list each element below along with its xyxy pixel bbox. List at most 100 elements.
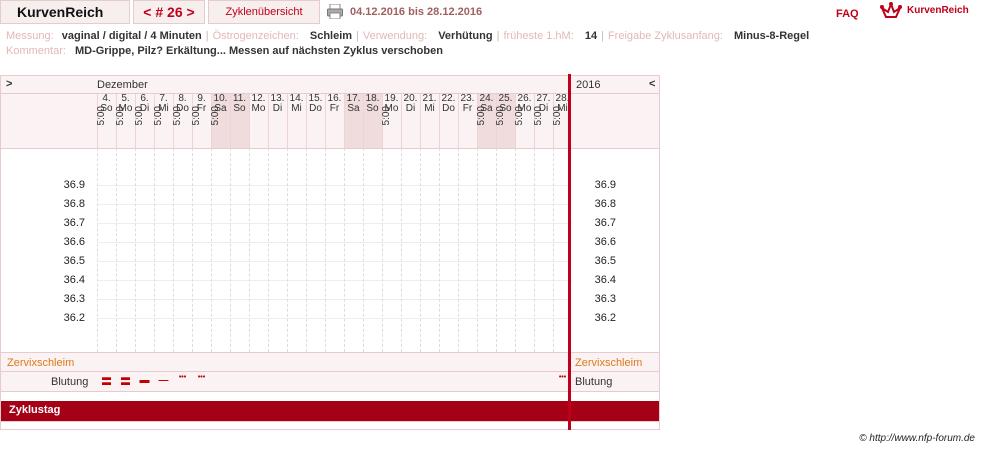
grid-hline	[1, 352, 659, 353]
day-column[interactable]: 25. So 5:00	[495, 94, 515, 148]
day-weekday: Mo	[251, 103, 266, 114]
day-column[interactable]: 17. Sa	[344, 94, 363, 148]
day-column[interactable]: 21. Mi	[420, 94, 439, 148]
grid-hline	[1, 371, 659, 372]
zervix-label-right: Zervixschleim	[575, 357, 643, 369]
temp-label-right: 36.9	[594, 179, 616, 191]
logo: KurvenReich	[879, 1, 980, 23]
temp-label-right: 36.4	[594, 274, 616, 286]
day-time: 5:00	[381, 106, 392, 126]
blutung-label-left: Blutung	[51, 376, 89, 388]
grid-vline	[192, 148, 193, 352]
day-time: 5:00	[153, 106, 164, 126]
temp-gridline	[97, 299, 572, 300]
grid-vline	[306, 148, 307, 352]
zervix-label-left: Zervixschleim	[7, 357, 75, 369]
date-range: 04.12.2016 bis 28.12.2016	[350, 6, 483, 18]
day-weekday: Di	[405, 103, 416, 114]
day-column[interactable]: 20. Di	[401, 94, 420, 148]
obs-band	[1, 352, 659, 392]
temp-label-left: 36.3	[63, 293, 85, 305]
copyright: © http://www.nfp-forum.de	[859, 433, 975, 444]
day-time: 5:00	[476, 106, 487, 126]
temp-label-right: 36.7	[594, 217, 616, 229]
day-time: 5:00	[172, 106, 183, 126]
zyklustag-bar: Zyklustag	[1, 401, 659, 421]
day-column[interactable]: 27. Di 5:00	[533, 94, 553, 148]
temp-label-left: 36.6	[63, 236, 85, 248]
bleeding-mark-spotting: •••	[197, 374, 206, 381]
day-column[interactable]: 7. Mi 5:00	[153, 94, 173, 148]
app-title-tab[interactable]: KurvenReich	[0, 0, 130, 24]
day-weekday: Fr	[329, 103, 340, 114]
bleeding-mark-heavy: ▬ ▬	[102, 372, 111, 387]
day-weekday: Di	[272, 103, 283, 114]
day-time: 5:00	[191, 106, 202, 126]
nav-prev-button[interactable]: >	[6, 78, 12, 90]
nav-next-button[interactable]: <	[649, 78, 655, 90]
faq-link[interactable]: FAQ	[836, 8, 859, 20]
temp-label-left: 36.5	[63, 255, 85, 267]
temp-label-right: 36.6	[594, 236, 616, 248]
day-column[interactable]: 22. Do	[439, 94, 458, 148]
blutung-label-right: Blutung	[575, 376, 613, 388]
grid-vline	[496, 148, 497, 352]
grid-vline	[344, 148, 345, 352]
day-column[interactable]: 26. Mo 5:00	[514, 94, 534, 148]
temp-label-left: 36.2	[63, 312, 85, 324]
oestrogen-label: Östrogenzeichen:	[212, 30, 299, 42]
verwendung-value: Verhütung	[438, 30, 493, 42]
oestrogen-value: Schleim	[309, 30, 353, 42]
day-column[interactable]: 6. Di 5:00	[134, 94, 154, 148]
day-column[interactable]: 4. So 5:00	[96, 94, 116, 148]
printer-icon[interactable]	[327, 3, 343, 20]
grid-vline	[477, 148, 478, 352]
day-weekday: Mi	[291, 103, 302, 114]
day-time: 5:00	[495, 106, 506, 126]
zyklustag-label: Zyklustag	[9, 404, 61, 416]
temp-label-right: 36.2	[594, 312, 616, 324]
day-weekday: Sa	[347, 103, 360, 114]
grid-vline	[116, 148, 117, 352]
day-weekday: So	[233, 103, 246, 114]
day-time: 5:00	[514, 106, 525, 126]
temp-gridline	[97, 242, 572, 243]
day-column[interactable]: 12. Mo	[249, 94, 268, 148]
day-column[interactable]: 13. Di	[268, 94, 287, 148]
grid-vline	[439, 148, 440, 352]
fruehest-value: 14	[584, 30, 598, 42]
crown-icon	[879, 1, 903, 23]
grid-vline	[458, 148, 459, 352]
tab-cycle-overview[interactable]: Zyklenübersicht	[208, 0, 320, 24]
cycle-nav[interactable]: < # 26 >	[133, 0, 205, 24]
temp-gridline	[97, 318, 572, 319]
day-column[interactable]: 5. Mo 5:00	[115, 94, 135, 148]
day-column[interactable]: 23. Fr	[458, 94, 477, 148]
temp-label-right: 36.3	[594, 293, 616, 305]
temp-label-left: 36.8	[63, 198, 85, 210]
day-column[interactable]: 9. Fr 5:00	[191, 94, 211, 148]
day-column[interactable]: 16. Fr	[325, 94, 344, 148]
day-column[interactable]: 18. So	[363, 94, 382, 148]
grid-hline	[1, 421, 659, 422]
day-column[interactable]: 11. So	[230, 94, 249, 148]
day-weekday: Do	[309, 103, 322, 114]
grid-vline	[515, 148, 516, 352]
day-time: 5:00	[134, 106, 145, 126]
logo-text: KurvenReich	[907, 5, 969, 16]
day-weekday: Fr	[462, 103, 473, 114]
grid-vline	[534, 148, 535, 352]
day-column[interactable]: 14. Mi	[287, 94, 306, 148]
tab-cycle-overview-label: Zyklenübersicht	[225, 6, 303, 18]
day-column[interactable]: 8. Do 5:00	[172, 94, 192, 148]
day-weekday: So	[366, 103, 379, 114]
day-column[interactable]: 10. Sa 5:00	[210, 94, 230, 148]
current-day-line	[568, 74, 571, 430]
freigabe-label: Freigabe Zyklusanfang:	[607, 30, 723, 42]
grid-vline	[287, 148, 288, 352]
temp-gridline	[97, 185, 572, 186]
day-column[interactable]: 19. Mo 5:00	[381, 94, 401, 148]
temp-gridline	[97, 280, 572, 281]
day-column[interactable]: 24. Sa 5:00	[476, 94, 496, 148]
day-column[interactable]: 15. Do	[306, 94, 325, 148]
